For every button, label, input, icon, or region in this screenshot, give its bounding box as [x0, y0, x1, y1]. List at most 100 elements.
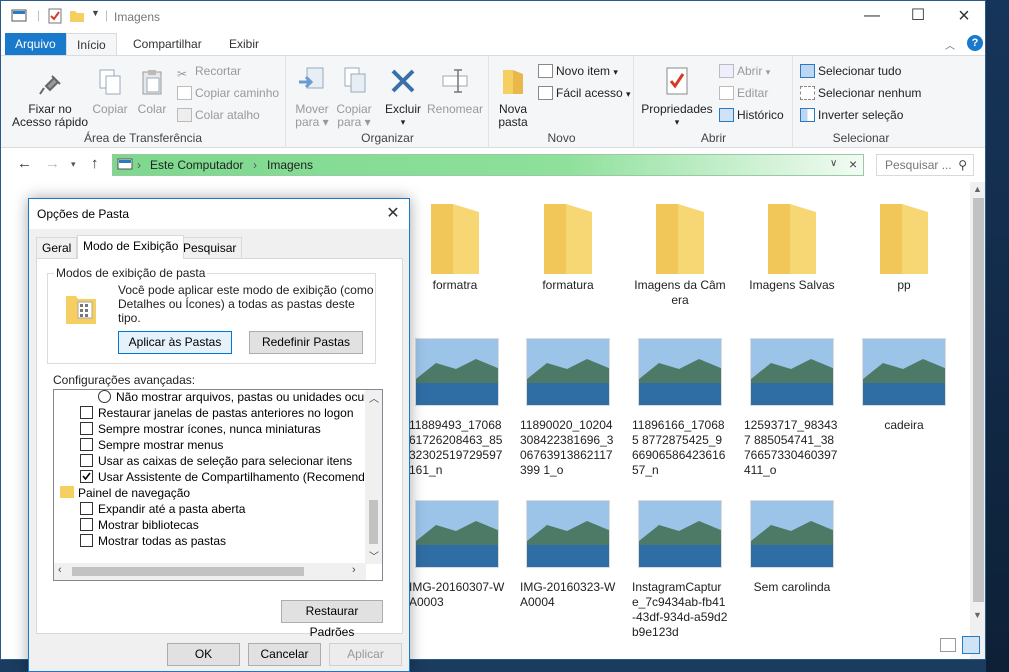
- breadcrumb-imagens[interactable]: Imagens: [267, 158, 313, 172]
- easy-access-button[interactable]: Fácil acesso ▾: [538, 84, 631, 102]
- tab-inicio[interactable]: Início: [66, 33, 117, 56]
- new-folder-button[interactable]: Nova pasta: [496, 66, 530, 129]
- image-item[interactable]: Sem carolinda: [744, 500, 840, 595]
- delete-button[interactable]: Excluir ▾: [383, 66, 423, 129]
- scroll-up-icon[interactable]: ︿: [369, 390, 379, 405]
- select-all-button[interactable]: Selecionar tudo: [800, 62, 901, 80]
- checkbox-icon[interactable]: [80, 438, 93, 451]
- radio-icon[interactable]: [98, 390, 111, 403]
- image-item[interactable]: 12593717_983437 885054741_38766573304603…: [744, 338, 840, 478]
- address-bar[interactable]: › Este Computador › Imagens ∨ ×: [112, 154, 864, 176]
- clear-address-icon[interactable]: ×: [849, 156, 857, 172]
- edit-button[interactable]: Editar: [719, 84, 768, 102]
- folder-item[interactable]: Imagens Salvas: [744, 198, 840, 293]
- history-button[interactable]: Histórico: [719, 106, 784, 124]
- recent-locations-dropdown-icon[interactable]: ▾: [71, 159, 76, 170]
- pin-quick-access-button[interactable]: Fixar no Acesso rápido: [9, 68, 91, 129]
- scroll-thumb[interactable]: [973, 198, 984, 602]
- option-expand-to-open-folder[interactable]: Expandir até a pasta aberta: [80, 502, 245, 518]
- address-dropdown-icon[interactable]: ∨: [830, 158, 837, 169]
- invert-selection-button[interactable]: Inverter seleção: [800, 106, 903, 124]
- image-item[interactable]: cadeira: [856, 338, 952, 433]
- checkbox-icon[interactable]: [80, 422, 93, 435]
- vertical-scrollbar[interactable]: ▲ ▼: [970, 182, 985, 659]
- open-button[interactable]: Abrir ▾: [719, 62, 770, 80]
- search-input[interactable]: Pesquisar ... ⚲: [876, 154, 974, 176]
- ok-button[interactable]: OK: [167, 643, 240, 666]
- image-item[interactable]: 11890020_10204308422381696_3067639138621…: [520, 338, 616, 478]
- qat-dropdown-icon[interactable]: ▼: [91, 8, 100, 26]
- folder-item[interactable]: formatura: [520, 198, 616, 293]
- image-item[interactable]: 11889493_1706861726208463_85323025197295…: [407, 338, 507, 478]
- tab-exibir[interactable]: Exibir: [219, 33, 269, 56]
- copy-path-button[interactable]: Copiar caminho: [177, 84, 279, 102]
- checkbox-icon[interactable]: [80, 406, 93, 419]
- delete-dropdown-icon[interactable]: ▾: [383, 116, 423, 129]
- paste-button[interactable]: Colar: [133, 68, 171, 116]
- new-folder-qat-icon[interactable]: [69, 8, 85, 26]
- tab-modo-de-exibicao[interactable]: Modo de Exibição: [77, 235, 185, 259]
- scroll-left-icon[interactable]: ‹: [58, 564, 62, 576]
- image-item[interactable]: IMG-20160323-WA0004: [520, 500, 616, 610]
- settings-vertical-scrollbar[interactable]: ︿ ﹀: [365, 390, 382, 564]
- tab-compartilhar[interactable]: Compartilhar: [123, 33, 212, 56]
- image-item[interactable]: IMG-20160307-WA0003: [407, 500, 507, 610]
- window-icon[interactable]: [11, 8, 27, 26]
- help-icon[interactable]: ?: [967, 35, 983, 51]
- checkbox-icon[interactable]: [80, 518, 93, 531]
- scroll-down-icon[interactable]: ▼: [973, 610, 982, 620]
- details-view-icon[interactable]: [940, 638, 956, 652]
- option-always-show-menus[interactable]: Sempre mostrar menus: [80, 438, 223, 454]
- collapse-ribbon-icon[interactable]: ︿: [945, 37, 955, 52]
- folder-item[interactable]: formatra: [407, 198, 503, 293]
- option-restore-windows[interactable]: Restaurar janelas de pastas anteriores n…: [80, 406, 354, 422]
- option-hide-hidden-files[interactable]: Não mostrar arquivos, pastas ou unidades…: [98, 390, 382, 406]
- large-icons-view-icon[interactable]: [962, 636, 980, 654]
- cancel-button[interactable]: Cancelar: [248, 643, 321, 666]
- advanced-settings-list[interactable]: Não mostrar arquivos, pastas ou unidades…: [53, 389, 383, 581]
- select-none-button[interactable]: Selecionar nenhum: [800, 84, 921, 102]
- close-button[interactable]: ×: [941, 1, 985, 31]
- option-always-show-icons[interactable]: Sempre mostrar ícones, nunca miniaturas: [80, 422, 321, 438]
- maximize-button[interactable]: ☐: [895, 1, 941, 31]
- new-item-button[interactable]: Novo item ▾: [538, 62, 618, 80]
- tab-arquivo[interactable]: Arquivo: [5, 33, 66, 56]
- breadcrumb-este-computador[interactable]: Este Computador: [150, 158, 243, 172]
- up-arrow-icon[interactable]: ↑: [91, 155, 99, 172]
- checkbox-icon[interactable]: [80, 454, 93, 467]
- restore-defaults-button[interactable]: Restaurar Padrões: [281, 600, 383, 639]
- properties-dropdown-icon[interactable]: ▾: [639, 116, 715, 129]
- scroll-right-icon[interactable]: ›: [352, 564, 356, 576]
- reset-folders-button[interactable]: Redefinir Pastas: [249, 331, 363, 354]
- dialog-close-button[interactable]: ✕: [377, 199, 409, 229]
- scroll-down-icon[interactable]: ﹀: [369, 548, 379, 563]
- option-use-checkboxes[interactable]: Usar as caixas de seleção para seleciona…: [80, 454, 352, 470]
- apply-button[interactable]: Aplicar: [329, 643, 402, 666]
- option-sharing-wizard[interactable]: Usar Assistente de Compartilhamento (Rec…: [80, 470, 382, 486]
- scroll-thumb[interactable]: [369, 500, 378, 544]
- image-item[interactable]: InstagramCapture_7c9434ab-fb41-43df-934d…: [632, 500, 728, 640]
- cut-button[interactable]: ✂ Recortar: [177, 62, 241, 81]
- checkbox-icon[interactable]: [80, 534, 93, 547]
- apply-to-folders-button[interactable]: Aplicar às Pastas: [118, 331, 232, 354]
- copy-button[interactable]: Copiar: [89, 68, 131, 116]
- tab-geral[interactable]: Geral: [36, 237, 78, 258]
- move-to-button[interactable]: Mover para ▾: [291, 66, 333, 129]
- image-item[interactable]: 11896166_170685 8772875425_9669065864236…: [632, 338, 728, 478]
- option-show-all-folders[interactable]: Mostrar todas as pastas: [80, 534, 226, 550]
- minimize-button[interactable]: —: [849, 1, 895, 31]
- rename-button[interactable]: Renomear: [425, 66, 485, 116]
- tab-pesquisar[interactable]: Pesquisar: [177, 237, 243, 258]
- forward-arrow-icon[interactable]: →: [45, 155, 60, 172]
- paste-shortcut-button[interactable]: Colar atalho: [177, 106, 260, 124]
- copy-to-button[interactable]: Copiar para ▾: [333, 66, 375, 129]
- checkbox-checked-icon[interactable]: [80, 470, 93, 483]
- folder-item[interactable]: pp: [856, 198, 952, 293]
- checkbox-icon[interactable]: [80, 502, 93, 515]
- back-arrow-icon[interactable]: ←: [17, 155, 32, 172]
- properties-qat-icon[interactable]: [47, 8, 63, 26]
- option-show-libraries[interactable]: Mostrar bibliotecas: [80, 518, 199, 534]
- properties-button[interactable]: Propriedades ▾: [639, 66, 715, 129]
- folder-item[interactable]: Imagens da Câmera: [632, 198, 728, 308]
- scroll-up-icon[interactable]: ▲: [973, 184, 982, 194]
